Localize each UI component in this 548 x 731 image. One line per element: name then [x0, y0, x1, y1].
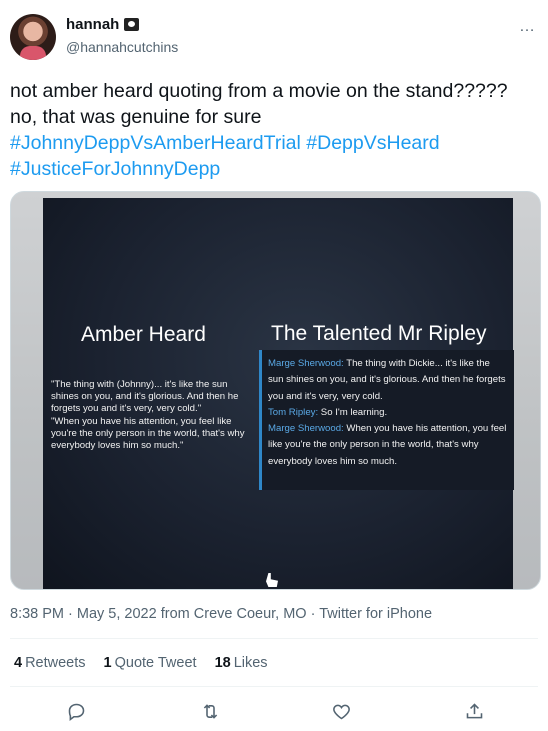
speaker-name: Tom Ripley: — [268, 406, 319, 418]
tweet-location[interactable]: from Creve Coeur, MO — [161, 606, 307, 622]
image-right-quote: Marge Sherwood: The thing with Dickie...… — [268, 356, 508, 470]
reply-icon[interactable] — [63, 698, 89, 724]
tweet-source[interactable]: Twitter for iPhone — [319, 606, 432, 622]
tweet-meta: 8:38 PM · May 5, 2022 from Creve Coeur, … — [10, 606, 433, 622]
share-icon[interactable] — [461, 698, 487, 724]
speaker-line: So I'm learning. — [318, 406, 388, 418]
retweet-icon[interactable] — [197, 698, 223, 724]
avatar[interactable] — [10, 14, 56, 60]
tweet-stats: 4 Retweets 1 Quote Tweet 18 Likes — [14, 655, 268, 671]
divider — [10, 686, 538, 687]
image-right-title: The Talented Mr Ripley — [271, 322, 487, 345]
hashtag-link[interactable]: #DeppVsHeard — [306, 132, 439, 154]
image-left-quote: "The thing with (Johnny)... it's like th… — [51, 379, 256, 452]
image-right-quote-box: Marge Sherwood: The thing with Dickie...… — [259, 350, 514, 490]
photo-screen: Amber Heard The Talented Mr Ripley "The … — [43, 198, 514, 589]
tweet-header: hannah @hannahcutchins … — [10, 12, 538, 62]
pirate-flag-icon — [124, 18, 140, 31]
cursor-icon — [266, 573, 278, 587]
tweet-actions — [0, 698, 548, 724]
tweet-image[interactable]: Amber Heard The Talented Mr Ripley "The … — [10, 191, 541, 590]
left-quote-line: "When you have his attention, you feel l… — [51, 415, 245, 452]
tweet-body: not amber heard quoting from a movie on … — [10, 80, 508, 128]
divider — [10, 638, 538, 639]
retweets-stat[interactable]: 4 Retweets — [14, 655, 86, 671]
quote-tweets-stat[interactable]: 1 Quote Tweet — [104, 655, 197, 671]
tweet-text: not amber heard quoting from a movie on … — [10, 78, 530, 182]
display-name-row[interactable]: hannah — [66, 16, 140, 33]
left-quote-line: "The thing with (Johnny)... it's like th… — [51, 379, 239, 415]
likes-stat[interactable]: 18 Likes — [215, 655, 268, 671]
tweet-date[interactable]: May 5, 2022 — [77, 606, 157, 622]
hashtag-link[interactable]: #JusticeForJohnnyDepp — [10, 158, 220, 180]
hashtag-link[interactable]: #JohnnyDeppVsAmberHeardTrial — [10, 132, 301, 154]
more-options-icon[interactable]: … — [519, 18, 536, 36]
tweet-time[interactable]: 8:38 PM — [10, 606, 64, 622]
like-icon[interactable] — [328, 698, 354, 724]
user-handle[interactable]: @hannahcutchins — [66, 39, 178, 55]
display-name[interactable]: hannah — [66, 16, 119, 33]
speaker-name: Marge Sherwood: — [268, 358, 344, 369]
image-left-title: Amber Heard — [81, 323, 206, 346]
speaker-name: Marge Sherwood: — [268, 423, 344, 435]
